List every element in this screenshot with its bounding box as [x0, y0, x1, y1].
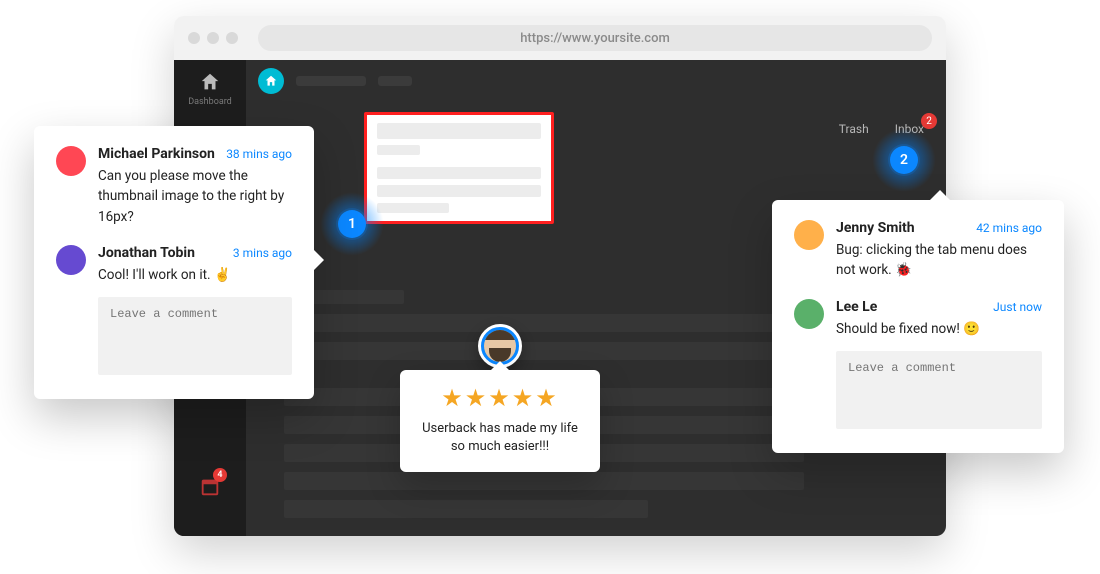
skeleton-bar [296, 76, 366, 86]
rating-text: Userback has made my life so much easier… [416, 420, 584, 456]
comment: Jenny Smith 42 mins ago Bug: clicking th… [794, 220, 1042, 281]
comment-time: 42 mins ago [976, 221, 1042, 235]
trash-link[interactable]: Trash [839, 122, 869, 136]
pin-number: 1 [338, 210, 366, 238]
skeleton-bar [377, 185, 541, 197]
comment-popup-2: Jenny Smith 42 mins ago Bug: clicking th… [772, 200, 1064, 453]
commenter-name: Jenny Smith [836, 220, 915, 236]
annotation-pin-2[interactable]: 2 [890, 146, 918, 174]
breadcrumb-home-button[interactable] [258, 68, 284, 94]
home-icon [199, 71, 221, 93]
comment: Michael Parkinson 38 mins ago Can you pl… [56, 146, 292, 227]
inbox-count-badge: 2 [921, 113, 937, 129]
annotated-region[interactable] [364, 112, 554, 224]
star-icons: ★★★★★ [416, 384, 584, 412]
avatar [794, 299, 824, 329]
skeleton-bar [377, 145, 420, 155]
avatar [56, 146, 86, 176]
browser-chrome: https://www.yoursite.com [174, 16, 946, 60]
comment-body: Can you please move the thumbnail image … [98, 166, 292, 227]
comment-body: Bug: clicking the tab menu does not work… [836, 240, 1042, 281]
window-dot[interactable] [188, 32, 200, 44]
comment: Jonathan Tobin 3 mins ago Cool! I'll wor… [56, 245, 292, 285]
avatar [794, 220, 824, 250]
sidebar-item-dashboard[interactable]: Dashboard [174, 60, 246, 118]
rating-tooltip: ★★★★★ Userback has made my life so much … [400, 370, 600, 472]
comment-time: Just now [993, 300, 1042, 314]
home-icon [264, 74, 278, 88]
comment-time: 38 mins ago [226, 147, 292, 161]
commenter-name: Lee Le [836, 299, 877, 315]
url-bar[interactable]: https://www.yoursite.com [258, 25, 932, 51]
annotation-pin-1[interactable]: 1 [338, 210, 366, 238]
comment-input[interactable] [836, 351, 1042, 429]
skeleton-bar [377, 123, 541, 139]
comment-time: 3 mins ago [233, 246, 292, 260]
commenter-name: Jonathan Tobin [98, 245, 195, 261]
comment-popup-1: Michael Parkinson 38 mins ago Can you pl… [34, 126, 314, 399]
skeleton-bar [377, 167, 541, 179]
calendar-badge: 4 [213, 468, 227, 482]
skeleton-bar [377, 203, 449, 213]
topstrip [258, 70, 934, 92]
comment-input[interactable] [98, 297, 292, 375]
sidebar-item-calendar[interactable]: 4 [174, 458, 246, 516]
window-dot[interactable] [226, 32, 238, 44]
window-dots [188, 32, 238, 44]
pin-number: 2 [890, 146, 918, 174]
comment-body: Cool! I'll work on it. ✌️ [98, 265, 292, 285]
comment: Lee Le Just now Should be fixed now! 🙂 [794, 299, 1042, 339]
commenter-name: Michael Parkinson [98, 146, 215, 162]
skeleton-bar [378, 76, 412, 86]
comment-body: Should be fixed now! 🙂 [836, 319, 1042, 339]
window-dot[interactable] [207, 32, 219, 44]
avatar [56, 245, 86, 275]
sidebar-item-label: Dashboard [188, 97, 232, 107]
